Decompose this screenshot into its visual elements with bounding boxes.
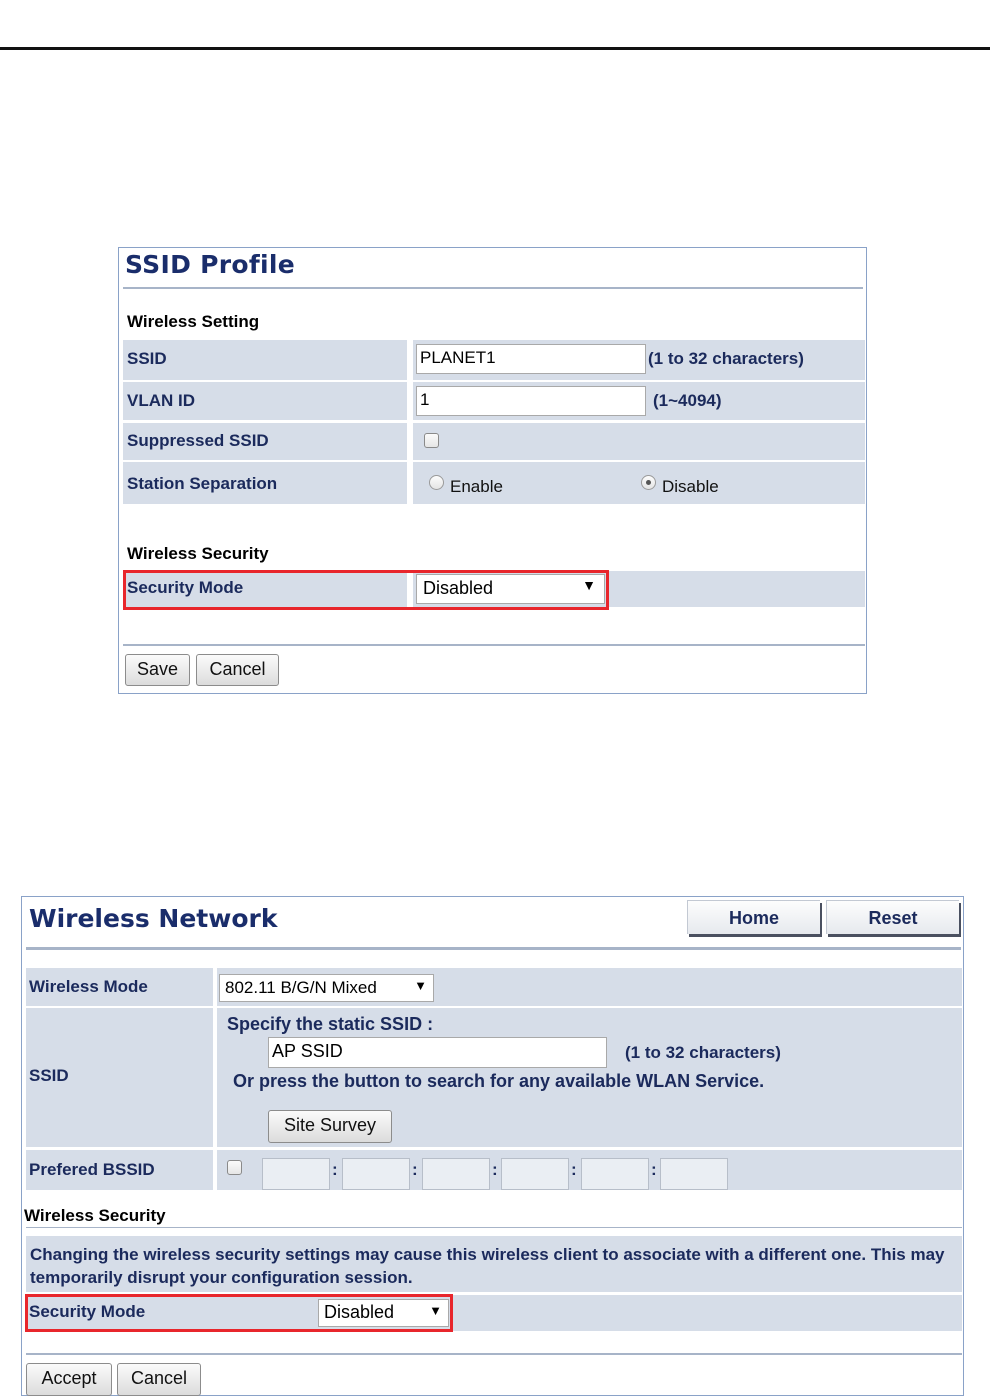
disable-label: Disable <box>662 477 719 496</box>
colon-separator: : <box>492 1160 498 1179</box>
cancel-button[interactable]: Cancel <box>196 654 279 686</box>
title-divider <box>26 947 961 950</box>
bssid-octet-4[interactable] <box>501 1158 569 1190</box>
enable-label: Enable <box>450 477 503 496</box>
dropdown-arrow-icon: ▼ <box>414 978 427 993</box>
bssid-octet-6[interactable] <box>660 1158 728 1190</box>
wireless-setting-heading: Wireless Setting <box>127 312 260 331</box>
vlan-row: VLAN ID 1 (1~4094) <box>123 382 865 420</box>
ssid-hint: (1 to 32 characters) <box>648 349 804 368</box>
ssid-value-cell: Specify the static SSID : AP SSID (1 to … <box>217 1008 962 1147</box>
title-divider <box>123 287 863 289</box>
bssid-value-cell: : : : : : <box>217 1150 962 1190</box>
security-warning-cell: Changing the wireless security settings … <box>26 1236 962 1292</box>
vlan-id-hint: (1~4094) <box>653 391 722 410</box>
colon-separator: : <box>651 1160 657 1179</box>
prefered-bssid-label: Prefered BSSID <box>29 1160 155 1179</box>
wireless-mode-select[interactable]: 802.11 B/G/N Mixed ▼ <box>219 974 434 1002</box>
ssid-input[interactable]: PLANET1 <box>416 344 646 374</box>
wireless-security-heading: Wireless Security <box>24 1206 166 1225</box>
suppressed-ssid-checkbox[interactable] <box>424 433 439 448</box>
row-separator <box>407 423 413 460</box>
wireless-network-panel: Wireless Network Home Reset Wireless Mod… <box>21 896 964 1396</box>
security-mode-highlight <box>123 570 609 610</box>
specify-ssid-label: Specify the static SSID : <box>227 1014 434 1034</box>
cancel-button[interactable]: Cancel <box>117 1363 201 1396</box>
wireless-mode-label: Wireless Mode <box>29 977 148 996</box>
page-title: Wireless Network <box>29 904 278 933</box>
prefered-bssid-checkbox[interactable] <box>227 1160 242 1175</box>
save-button[interactable]: Save <box>125 654 190 686</box>
ssid-label-cell: SSID <box>26 1008 213 1147</box>
station-separation-disable-radio[interactable] <box>641 475 656 490</box>
ssid-label: SSID <box>127 349 167 368</box>
colon-separator: : <box>571 1160 577 1179</box>
suppressed-ssid-row: Suppressed SSID <box>123 423 865 460</box>
bssid-octet-5[interactable] <box>581 1158 649 1190</box>
vlan-id-input[interactable]: 1 <box>416 386 646 416</box>
site-survey-button[interactable]: Site Survey <box>268 1110 392 1143</box>
wireless-mode-value: 802.11 B/G/N Mixed <box>225 978 377 997</box>
form-divider <box>123 644 865 646</box>
vlan-id-label: VLAN ID <box>127 391 195 410</box>
wireless-security-heading: Wireless Security <box>127 544 269 563</box>
site-survey-hint: Or press the button to search for any av… <box>233 1071 765 1091</box>
colon-separator: : <box>412 1160 418 1179</box>
suppressed-ssid-label: Suppressed SSID <box>127 431 269 450</box>
ssid-row: SSID PLANET1 (1 to 32 characters) <box>123 340 865 380</box>
security-warning-text: Changing the wireless security settings … <box>30 1245 945 1287</box>
page-top-rule <box>0 47 990 50</box>
bssid-octet-2[interactable] <box>342 1158 410 1190</box>
ssid-input[interactable]: AP SSID <box>268 1037 607 1068</box>
ssid-label: SSID <box>29 1066 69 1085</box>
accept-button[interactable]: Accept <box>26 1363 112 1396</box>
security-mode-highlight <box>25 1294 453 1332</box>
row-separator <box>407 382 413 420</box>
station-separation-label: Station Separation <box>127 474 278 493</box>
colon-separator: : <box>332 1160 338 1179</box>
row-separator <box>407 462 413 504</box>
ssid-profile-panel: SSID Profile Wireless Setting SSID PLANE… <box>118 247 867 694</box>
wireless-mode-label-cell: Wireless Mode <box>26 968 213 1006</box>
home-button[interactable]: Home <box>687 900 820 934</box>
ssid-hint: (1 to 32 characters) <box>625 1043 781 1062</box>
wireless-mode-value-cell: 802.11 B/G/N Mixed ▼ <box>217 968 962 1006</box>
page-title: SSID Profile <box>125 250 296 279</box>
bssid-octet-3[interactable] <box>422 1158 490 1190</box>
row-separator <box>407 340 413 380</box>
station-separation-enable-radio[interactable] <box>429 475 444 490</box>
section-divider <box>26 1227 962 1228</box>
station-separation-row: Station Separation Enable Disable <box>123 462 865 504</box>
bssid-octet-1[interactable] <box>262 1158 330 1190</box>
form-divider <box>26 1353 962 1355</box>
reset-button[interactable]: Reset <box>826 900 959 934</box>
bssid-label-cell: Prefered BSSID <box>26 1150 213 1190</box>
